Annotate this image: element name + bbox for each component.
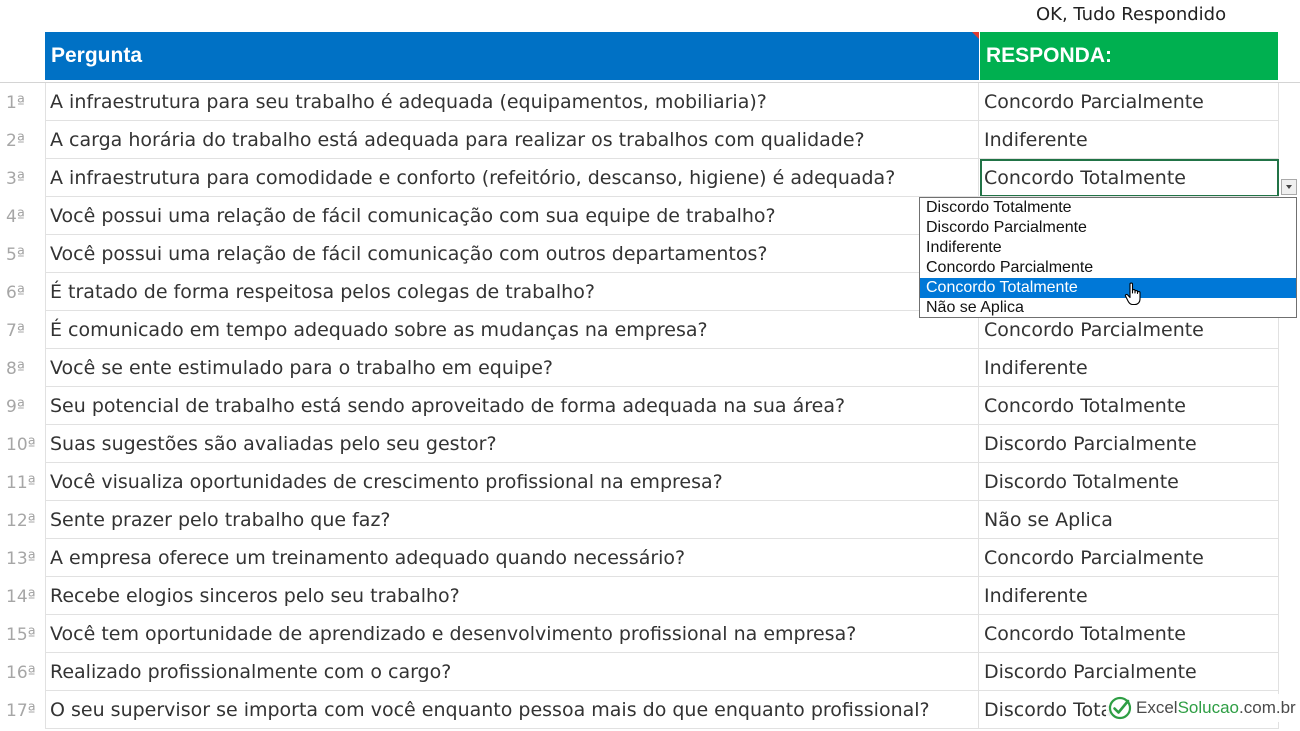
row-number: 5ª [6,245,25,265]
question-cell[interactable]: A infraestrutura para seu trabalho é ade… [45,83,979,121]
question-cell[interactable]: Você tem oportunidade de aprendizado e d… [45,615,979,653]
answer-cell[interactable]: Concordo Parcialmente [980,539,1279,577]
answer-cell[interactable]: Indiferente [980,577,1279,615]
question-cell[interactable]: O seu supervisor se importa com você enq… [45,691,979,729]
row-number: 17ª [6,701,36,721]
question-cell[interactable]: Sente prazer pelo trabalho que faz? [45,501,979,539]
question-cell[interactable]: Realizado profissionalmente com o cargo? [45,653,979,691]
question-cell[interactable]: Suas sugestões são avaliadas pelo seu ge… [45,425,979,463]
table-row: 9ª Seu potencial de trabalho está sendo a… [0,387,1300,425]
dropdown-option[interactable]: Concordo Totalmente [920,278,1296,298]
dropdown-option[interactable]: Discordo Totalmente [920,198,1296,218]
table-row: 10ª Suas sugestões são avaliadas pelo seu… [0,425,1300,463]
hand-pointer-icon [1124,282,1141,306]
question-cell[interactable]: A empresa oferece um treinamento adequad… [45,539,979,577]
answer-cell[interactable]: Concordo Parcialmente [980,83,1279,121]
watermark-text-3: .com.br [1239,698,1296,717]
answer-cell[interactable]: Discordo Parcialmente [980,653,1279,691]
row-number: 15ª [6,625,36,645]
table-row: 3ª A infraestrutura para comodidade e con… [0,159,1300,197]
table-row: 2ª A carga horária do trabalho está adequ… [0,121,1300,159]
row-number: 2ª [6,131,25,151]
header-question[interactable]: Pergunta [45,32,979,80]
row-number: 7ª [6,321,25,341]
table-row: 13ª A empresa oferece um treinamento adeq… [0,539,1300,577]
answer-cell[interactable]: Concordo Totalmente [980,387,1279,425]
question-cell[interactable]: Seu potencial de trabalho está sendo apr… [45,387,979,425]
answer-cell[interactable]: Indiferente [980,121,1279,159]
table-row: 17ª O seu supervisor se importa com você … [0,691,1300,729]
answer-cell[interactable]: Discordo Totalmente [980,463,1279,501]
question-cell[interactable]: A infraestrutura para comodidade e confo… [45,159,979,197]
question-cell[interactable]: Você visualiza oportunidades de crescime… [45,463,979,501]
header-answer-label: RESPONDA: [986,44,1113,67]
row-number: 6ª [6,283,25,303]
row-number: 8ª [6,359,25,379]
row-number: 11ª [6,473,36,493]
watermark-logo: ExcelSolucao.com.br [1106,694,1300,722]
row-number: 10ª [6,435,36,455]
table-row: 14ª Recebe elogios sinceros pelo seu trab… [0,577,1300,615]
row-number: 1ª [6,93,25,113]
table-row: 11ª Você visualiza oportunidades de cresc… [0,463,1300,501]
answer-cell[interactable]: Indiferente [980,349,1279,387]
question-cell[interactable]: A carga horária do trabalho está adequad… [45,121,979,159]
dropdown-arrow-icon[interactable] [1281,179,1297,195]
watermark-text-1: Excel [1136,698,1178,717]
row-number: 14ª [6,587,36,607]
question-cell[interactable]: Recebe elogios sinceros pelo seu trabalh… [45,577,979,615]
dropdown-option[interactable]: Discordo Parcialmente [920,218,1296,238]
row-number: 16ª [6,663,36,683]
question-cell[interactable]: Você possui uma relação de fácil comunic… [45,235,979,273]
table-row: 15ª Você tem oportunidade de aprendizado … [0,615,1300,653]
answer-cell[interactable]: Não se Aplica [980,501,1279,539]
question-cell[interactable]: É comunicado em tempo adequado sobre as … [45,311,979,349]
answer-cell[interactable]: Concordo Totalmente [980,615,1279,653]
row-number: 4ª [6,207,25,227]
status-message: OK, Tudo Respondido [1036,4,1227,25]
check-circle-icon [1108,696,1132,720]
dropdown-option[interactable]: Não se Aplica [920,298,1296,318]
table-row: 12ª Sente prazer pelo trabalho que faz? Nã… [0,501,1300,539]
header-question-label: Pergunta [51,44,143,67]
question-cell[interactable]: Você possui uma relação de fácil comunic… [45,197,979,235]
answer-dropdown-list[interactable]: Discordo Totalmente Discordo Parcialmente… [919,197,1297,318]
row-number: 3ª [6,169,25,189]
header-answer[interactable]: RESPONDA: [980,32,1278,80]
dropdown-option[interactable]: Indiferente [920,238,1296,258]
table-row: 16ª Realizado profissionalmente com o car… [0,653,1300,691]
answer-cell[interactable]: Concordo Totalmente [980,159,1279,197]
row-number: 13ª [6,549,36,569]
row-number: 12ª [6,511,36,531]
dropdown-option[interactable]: Concordo Parcialmente [920,258,1296,278]
question-cell[interactable]: É tratado de forma respeitosa pelos cole… [45,273,979,311]
survey-table: 1ª A infraestrutura para seu trabalho é a… [0,83,1300,729]
row-number: 9ª [6,397,25,417]
table-row: 8ª Você se ente estimulado para o trabalh… [0,349,1300,387]
answer-cell[interactable]: Discordo Parcialmente [980,425,1279,463]
comment-indicator-icon[interactable] [972,32,979,39]
question-cell[interactable]: Você se ente estimulado para o trabalho … [45,349,979,387]
table-row: 1ª A infraestrutura para seu trabalho é a… [0,83,1300,121]
watermark-text-2: Solucao [1177,698,1240,717]
